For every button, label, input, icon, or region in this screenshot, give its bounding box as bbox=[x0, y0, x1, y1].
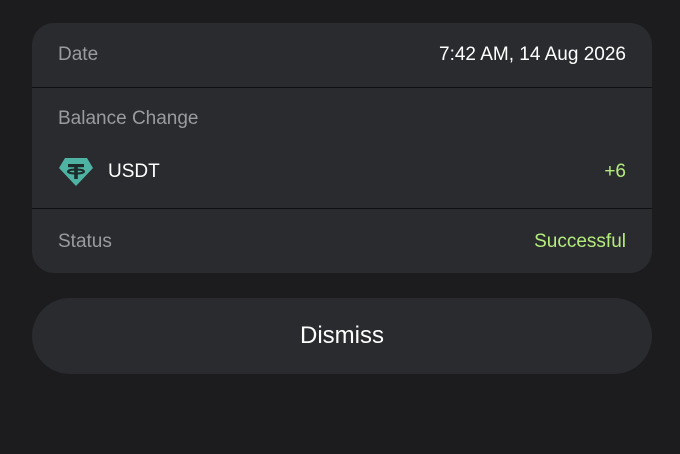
dismiss-button[interactable]: Dismiss bbox=[32, 298, 652, 374]
balance-change-value: +6 bbox=[604, 161, 626, 182]
date-label: Date bbox=[58, 44, 99, 65]
token-name: USDT bbox=[108, 161, 160, 182]
balance-change-row: Balance Change USDT +6 bbox=[32, 88, 652, 209]
balance-change-label: Balance Change bbox=[58, 108, 199, 129]
date-row: Date 7:42 AM, 14 Aug 2026 bbox=[32, 23, 652, 88]
token-line: USDT +6 bbox=[58, 155, 626, 189]
transaction-details-card: Date 7:42 AM, 14 Aug 2026 Balance Change… bbox=[32, 23, 652, 273]
status-label: Status bbox=[58, 231, 112, 252]
status-value: Successful bbox=[534, 231, 626, 252]
date-value: 7:42 AM, 14 Aug 2026 bbox=[439, 44, 626, 65]
tether-icon bbox=[58, 155, 94, 189]
status-row: Status Successful bbox=[32, 210, 652, 273]
